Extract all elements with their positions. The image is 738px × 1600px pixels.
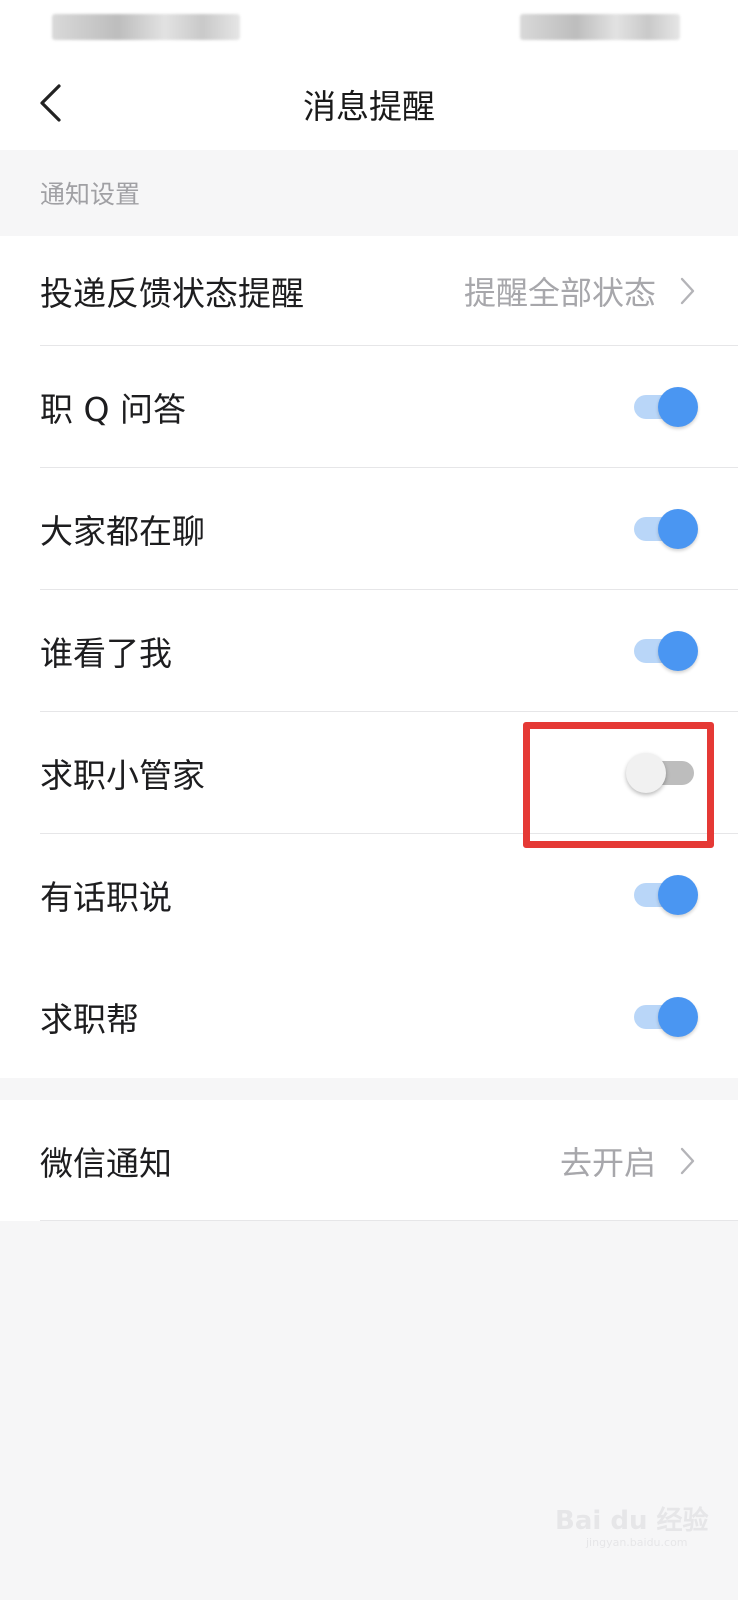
section-label: 通知设置: [40, 180, 141, 209]
notification-settings-card: 投递反馈状态提醒 提醒全部状态 职 Q 问答 大家都在聊 谁看了我 求职小管家: [0, 236, 738, 1078]
row-wechat-notification[interactable]: 微信通知 去开启: [0, 1100, 738, 1221]
row-everyone-chatting: 大家都在聊: [0, 468, 738, 590]
zhiq-qa-toggle[interactable]: [628, 385, 698, 429]
navigation-bar: 消息提醒: [0, 58, 738, 150]
row-label: 有话职说: [40, 878, 172, 917]
status-bar: [0, 0, 738, 58]
status-bar-left-blurred: [52, 14, 240, 40]
highlight-annotation-box: [523, 722, 714, 848]
row-zhiq-qa: 职 Q 问答: [0, 346, 738, 468]
status-bar-right-blurred: [520, 14, 680, 40]
chevron-right-icon: [680, 1147, 695, 1174]
toggle-knob: [658, 387, 698, 427]
toggle-knob: [658, 997, 698, 1037]
row-value: 去开启: [559, 1143, 656, 1182]
row-value: 提醒全部状态: [463, 274, 656, 312]
row-label: 投递反馈状态提醒: [40, 274, 304, 313]
toggle-knob: [658, 509, 698, 549]
toggle-knob: [658, 875, 698, 915]
have-something-to-say-toggle[interactable]: [628, 873, 698, 917]
row-label: 大家都在聊: [40, 512, 205, 551]
job-help-toggle[interactable]: [628, 995, 698, 1039]
page-title: 消息提醒: [303, 87, 435, 126]
chevron-right-icon: [680, 277, 695, 305]
baidu-watermark-url: jingyan.baidu.com: [586, 1536, 688, 1549]
toggle-knob: [658, 631, 698, 671]
row-label: 职 Q 问答: [40, 390, 186, 429]
baidu-watermark: Bai du 经验: [555, 1506, 709, 1536]
row-label: 谁看了我: [40, 634, 172, 673]
divider: [40, 1220, 738, 1221]
row-label: 微信通知: [40, 1143, 172, 1183]
row-have-something-to-say: 有话职说: [0, 834, 738, 956]
wechat-card: 微信通知 去开启: [0, 1100, 738, 1221]
who-viewed-me-toggle[interactable]: [628, 629, 698, 673]
row-job-help: 求职帮: [0, 956, 738, 1078]
row-label: 求职帮: [40, 1000, 139, 1039]
row-who-viewed-me: 谁看了我: [0, 590, 738, 712]
row-label: 求职小管家: [40, 756, 205, 795]
row-delivery-feedback[interactable]: 投递反馈状态提醒 提醒全部状态: [0, 236, 738, 346]
everyone-chatting-toggle[interactable]: [628, 507, 698, 551]
